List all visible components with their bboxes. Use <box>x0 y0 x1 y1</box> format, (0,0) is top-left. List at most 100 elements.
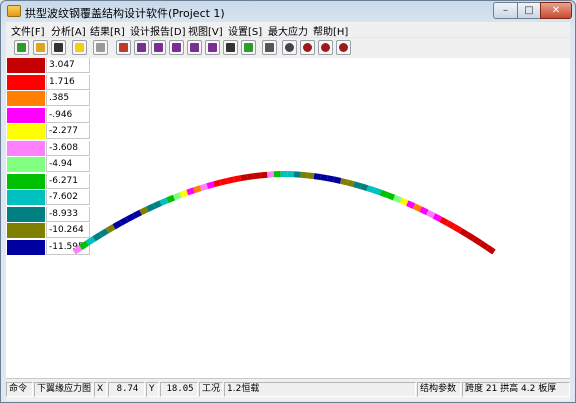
menu-bar: 文件[F] 分析[A] 结果[R] 设计报告[D] 视图[V] 设置[S] 最大… <box>6 22 570 38</box>
arch-segment <box>300 171 308 179</box>
section-tool-icon <box>119 43 128 52</box>
title-bar: 拱型波纹钢覆盖结构设计软件(Project 1) – □ ✕ <box>1 1 575 21</box>
arch-segment <box>459 228 469 238</box>
arch-segment <box>419 206 429 216</box>
arch-segment <box>213 179 222 188</box>
arch-segment <box>452 224 463 234</box>
save-icon <box>54 43 63 52</box>
zoom-fit-button[interactable] <box>336 40 351 55</box>
arch-segment <box>240 174 248 182</box>
save-button[interactable] <box>51 40 66 55</box>
arch-segment <box>465 232 476 242</box>
line-tool-3-icon <box>172 43 181 52</box>
layers-icon <box>75 43 84 52</box>
arch-segment <box>313 173 322 181</box>
arch-segment <box>392 194 402 204</box>
status-view-mode: 下翼缘应力图 <box>34 382 93 397</box>
arch-segment <box>219 177 229 186</box>
menu-max-stress[interactable]: 最大应力 <box>268 23 308 38</box>
drawing-canvas[interactable]: 3.047 1.716.385 -.946 -2.277 -3.608 -4.94 -6.2… <box>6 58 570 378</box>
status-case-label: 工况 <box>199 382 223 397</box>
status-y-value: 18.05 <box>160 382 198 397</box>
arch-segment <box>412 203 422 212</box>
pan-hand-icon <box>285 43 294 52</box>
menu-view[interactable]: 视图[V] <box>188 23 223 38</box>
arch-segment <box>485 244 496 255</box>
arch-segment <box>172 192 182 201</box>
properties-icon <box>265 43 274 52</box>
status-params-value: 跨度 21 拱高 4.2 板厚 <box>462 382 570 397</box>
chart-tool-button[interactable] <box>241 40 256 55</box>
arch-segment <box>346 179 355 188</box>
status-params-label: 结构参数 <box>417 382 461 397</box>
line-tool-3-button[interactable] <box>169 40 184 55</box>
line-tool-1-button[interactable] <box>134 40 149 55</box>
zoom-out-icon <box>321 43 330 52</box>
status-bar: 命令 下翼缘应力图 X 8.74 Y 18.05 工况 1.2恒载 结构参数 跨… <box>6 378 570 401</box>
arch-segment <box>99 228 109 238</box>
status-command: 命令 <box>6 382 33 397</box>
maximize-button[interactable]: □ <box>517 2 541 19</box>
menu-settings[interactable]: 设置[S] <box>228 23 262 38</box>
arch-segment <box>260 171 268 179</box>
line-tool-1-icon <box>137 43 146 52</box>
menu-results[interactable]: 结果[R] <box>90 23 125 38</box>
arch-segment <box>406 200 416 209</box>
arch-segment <box>479 240 489 250</box>
arch-segment <box>246 173 255 181</box>
arch-segment <box>306 172 315 180</box>
menu-help[interactable]: 帮助[H] <box>313 23 348 38</box>
arch-segment <box>366 185 375 194</box>
arch-segment <box>379 189 389 198</box>
bracket-tool-2-button[interactable] <box>205 40 220 55</box>
pan-hand-button[interactable] <box>282 40 297 55</box>
arch-segment <box>105 224 116 234</box>
arch-segment <box>193 185 202 194</box>
arch-segment <box>179 189 189 198</box>
zoom-in-button[interactable] <box>300 40 315 55</box>
arch-segment <box>339 177 349 186</box>
calculator-button[interactable] <box>93 40 108 55</box>
arch-segment <box>353 181 362 189</box>
zoom-fit-icon <box>339 43 348 52</box>
arch-segment <box>79 240 89 250</box>
arch-segment <box>125 213 136 223</box>
line-tool-2-button[interactable] <box>151 40 166 55</box>
app-icon <box>7 5 21 17</box>
menu-design-report[interactable]: 设计报告[D] <box>130 23 186 38</box>
menu-analysis[interactable]: 分析[A] <box>51 23 86 38</box>
app-window: 拱型波纹钢覆盖结构设计软件(Project 1) – □ ✕ 文件[F] 分析[… <box>0 0 576 403</box>
minimize-button[interactable]: – <box>493 2 518 19</box>
status-x-value: 8.74 <box>108 382 145 397</box>
arch-segment <box>112 220 123 230</box>
close-button[interactable]: ✕ <box>540 2 572 19</box>
arch-segment <box>206 181 215 189</box>
arch-segment <box>226 176 235 184</box>
bracket-tool-1-button[interactable] <box>187 40 202 55</box>
zoom-in-icon <box>303 43 312 52</box>
arch-segment <box>159 197 169 206</box>
new-project-icon <box>17 43 26 52</box>
zoom-out-button[interactable] <box>318 40 333 55</box>
arch-segment <box>373 187 382 196</box>
open-folder-icon <box>36 43 45 52</box>
arch-segment <box>72 244 83 255</box>
toolbar <box>6 38 570 59</box>
status-y-label: Y <box>146 382 159 397</box>
arch-segment <box>186 187 195 196</box>
new-project-button[interactable] <box>14 40 29 55</box>
arch-segment <box>320 174 328 182</box>
menu-file[interactable]: 文件[F] <box>11 23 45 38</box>
section-tool-button[interactable] <box>116 40 131 55</box>
arch-segment <box>233 175 242 183</box>
arch-segment <box>132 209 143 219</box>
bracket-tool-2-icon <box>208 43 217 52</box>
open-folder-button[interactable] <box>33 40 48 55</box>
bracket-tool-1-icon <box>190 43 199 52</box>
line-tool-2-icon <box>154 43 163 52</box>
layers-button[interactable] <box>72 40 87 55</box>
properties-button[interactable] <box>262 40 277 55</box>
arch-segment <box>445 220 456 230</box>
status-case-value: 1.2恒载 <box>224 382 416 397</box>
stack-tool-button[interactable] <box>223 40 238 55</box>
